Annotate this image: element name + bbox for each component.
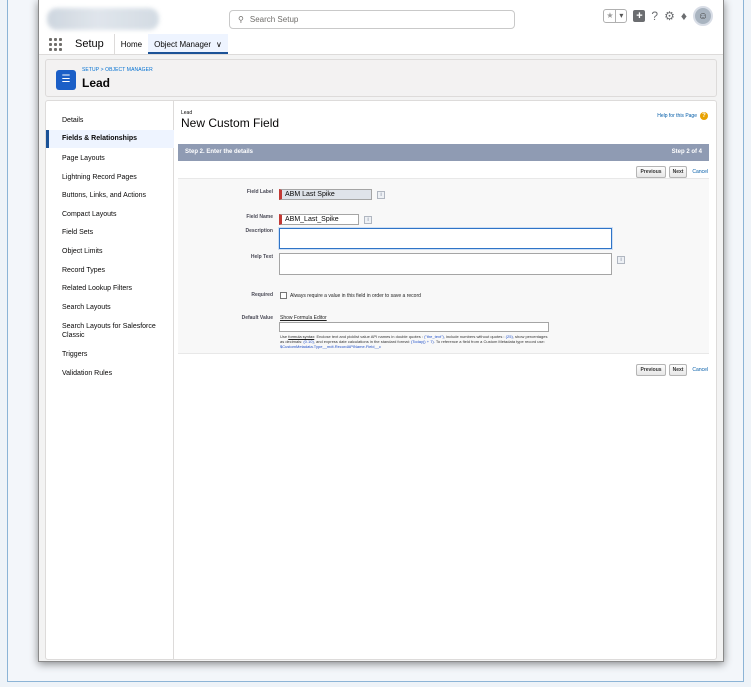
sidebar-item-validation-rules[interactable]: Validation Rules xyxy=(46,369,174,378)
help-text-label: Help Text xyxy=(250,254,273,260)
cancel-link[interactable]: Cancel xyxy=(692,169,708,175)
sidebar-item-lightning-record-pages[interactable]: Lightning Record Pages xyxy=(46,173,174,182)
hint-part: . To reference a field from a Custom Met… xyxy=(433,339,545,344)
bell-icon[interactable]: ♦ xyxy=(681,9,687,23)
field-label-info-icon[interactable]: i xyxy=(377,191,385,199)
search-input[interactable]: ⚲ Search Setup xyxy=(229,10,515,29)
sidebar-item-object-limits[interactable]: Object Limits xyxy=(46,247,174,256)
breadcrumb[interactable]: SETUP > OBJECT MANAGER xyxy=(82,67,153,73)
field-name-info-icon[interactable]: i xyxy=(364,216,372,224)
tab-home-label: Home xyxy=(120,40,143,49)
chevron-down-icon[interactable]: ∨ xyxy=(216,40,222,49)
avatar[interactable]: ☺ xyxy=(693,6,713,26)
previous-button[interactable]: Previous xyxy=(636,364,666,376)
cancel-link[interactable]: Cancel xyxy=(692,367,708,373)
object-header: ☰ SETUP > OBJECT MANAGER Lead xyxy=(45,59,717,97)
sidebar-item-details[interactable]: Details xyxy=(46,116,174,125)
required-label: Required xyxy=(251,292,273,298)
help-text-info-icon[interactable]: i xyxy=(617,256,625,264)
field-label-input[interactable]: ABM Last Spike xyxy=(279,189,372,200)
global-actions-icon[interactable]: + xyxy=(633,10,646,22)
description-label: Description xyxy=(245,228,273,234)
next-button[interactable]: Next xyxy=(668,166,688,178)
gear-icon[interactable]: ⚙ xyxy=(664,9,675,23)
hint-example: (Today() + 7) xyxy=(410,339,434,344)
sidebar-item-compact-layouts[interactable]: Compact Layouts xyxy=(46,210,174,219)
sidebar: Details Fields & Relationships Page Layo… xyxy=(46,101,174,659)
field-label-label: Field Label xyxy=(246,189,273,195)
required-checkbox-label: Always require a value in this field in … xyxy=(290,293,421,299)
app-name: Setup xyxy=(75,34,115,54)
sidebar-item-triggers[interactable]: Triggers xyxy=(46,350,174,359)
setup-navbar: Setup Home Object Manager ∨ xyxy=(39,34,723,55)
sidebar-item-fields-relationships[interactable]: Fields & Relationships xyxy=(46,130,174,148)
tab-object-manager-label: Object Manager xyxy=(154,40,212,49)
description-textarea[interactable] xyxy=(279,228,612,249)
app-launcher-icon[interactable] xyxy=(49,34,69,54)
sidebar-item-record-types[interactable]: Record Types xyxy=(46,266,174,275)
field-name-input[interactable]: ABM_Last_Spike xyxy=(279,214,359,225)
star-icon[interactable]: ★ xyxy=(604,10,615,22)
step-count: Step 2 of 4 xyxy=(671,149,702,155)
help-text-textarea[interactable] xyxy=(279,253,612,275)
top-button-row: Previous Next Cancel xyxy=(636,166,708,178)
org-logo xyxy=(47,8,159,30)
previous-button[interactable]: Previous xyxy=(636,166,666,178)
help-for-page-link[interactable]: Help for this Page ? xyxy=(657,112,708,120)
field-details-form: Field Label ABM Last Spike i Field Name … xyxy=(178,178,709,354)
header-actions: ★ ▾ + ? ⚙ ♦ ☺ xyxy=(603,6,713,26)
page-title: Lead xyxy=(82,76,111,90)
tab-home[interactable]: Home xyxy=(115,34,148,54)
default-value-textarea[interactable] xyxy=(279,322,549,332)
next-button[interactable]: Next xyxy=(668,364,688,376)
favorites-dropdown-icon[interactable]: ▾ xyxy=(615,10,626,22)
search-icon: ⚲ xyxy=(238,15,244,24)
form-title: New Custom Field xyxy=(181,116,280,130)
step-title: Step 2. Enter the details xyxy=(185,149,254,155)
help-link-label: Help for this Page xyxy=(657,113,697,119)
layers-icon: ☰ xyxy=(56,70,76,90)
tab-object-manager[interactable]: Object Manager ∨ xyxy=(148,34,228,54)
sidebar-item-field-sets[interactable]: Field Sets xyxy=(46,228,174,237)
default-value-label: Default Value xyxy=(241,315,273,321)
help-icon[interactable]: ? xyxy=(651,9,658,23)
sidebar-item-related-lookup-filters[interactable]: Related Lookup Filters xyxy=(46,284,174,293)
sidebar-item-search-layouts-classic[interactable]: Search Layouts for Salesforce Classic xyxy=(46,322,164,340)
object-manager-panel: Details Fields & Relationships Page Layo… xyxy=(45,100,717,660)
search-placeholder: Search Setup xyxy=(249,15,299,24)
hint-example: $CustomMetadata.Type__mdt.RecordAPIName.… xyxy=(280,344,381,349)
browser-window: ⚲ Search Setup ★ ▾ + ? ⚙ ♦ ☺ Setup Home … xyxy=(38,0,724,662)
show-formula-editor-link[interactable]: Show Formula Editor xyxy=(280,315,327,321)
sidebar-item-search-layouts[interactable]: Search Layouts xyxy=(46,303,174,312)
formula-hint-text: Use formula syntax: Enclose text and pic… xyxy=(280,334,550,349)
sidebar-item-page-layouts[interactable]: Page Layouts xyxy=(46,154,174,163)
global-header: ⚲ Search Setup ★ ▾ + ? ⚙ ♦ ☺ xyxy=(39,0,723,34)
sidebar-item-buttons-links-actions[interactable]: Buttons, Links, and Actions xyxy=(46,191,174,200)
field-name-label: Field Name xyxy=(246,214,273,220)
avatar-glyph: ☺ xyxy=(697,10,709,22)
required-checkbox[interactable] xyxy=(280,292,287,299)
help-circle-icon: ? xyxy=(700,112,708,120)
bottom-button-row: Previous Next Cancel xyxy=(636,364,708,376)
main-content: Lead New Custom Field Help for this Page… xyxy=(174,101,716,659)
favorites-group[interactable]: ★ ▾ xyxy=(603,9,628,23)
step-header: Step 2. Enter the details Step 2 of 4 xyxy=(178,144,709,161)
